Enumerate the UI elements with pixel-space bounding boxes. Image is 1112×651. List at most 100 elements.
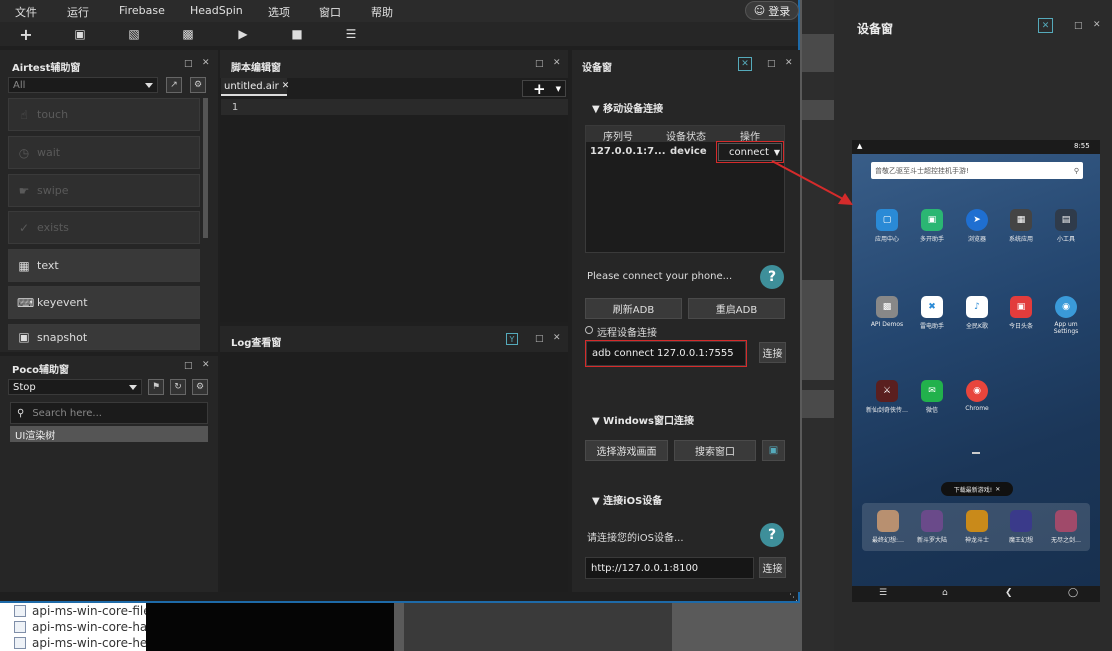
editor-title: 脚本编辑窗 (231, 63, 281, 74)
file-item[interactable]: api-ms-win-core-he (0, 635, 146, 651)
help-icon[interactable]: ? (760, 265, 784, 289)
settings-icon[interactable]: ⚙ (190, 77, 206, 93)
app-icon[interactable]: ▣ 今日头条 (999, 296, 1043, 330)
poco-search-input[interactable]: ⚲ Search here... (10, 402, 208, 424)
close-icon[interactable]: ✕ (995, 486, 1000, 493)
chevron-down-icon (145, 83, 153, 88)
filter-icon[interactable]: Y (506, 333, 518, 345)
menu-options[interactable]: 选项 (268, 4, 290, 20)
airtest-action-exists[interactable]: ✓ exists (8, 211, 200, 244)
app-icon[interactable]: ➤ 浏览器 (955, 209, 999, 243)
login-button[interactable]: ☺ 登录 (745, 1, 799, 20)
poco-mode-select[interactable]: Stop (8, 379, 142, 395)
log-icon[interactable]: ☰ (343, 26, 359, 42)
windows-section-header[interactable]: ▼ Windows窗口连接 (592, 412, 694, 427)
download-toast[interactable]: 下载最新游戏! ✕ (941, 482, 1013, 496)
add-script-button[interactable]: + ▼ (522, 80, 566, 98)
help-icon[interactable]: ? (760, 523, 784, 547)
float-icon[interactable]: □ (767, 59, 776, 69)
close-icon[interactable]: ✕ (282, 81, 290, 91)
lock-icon[interactable]: ⚑ (148, 379, 164, 395)
menu-firebase[interactable]: Firebase (119, 4, 165, 17)
float-icon[interactable]: □ (535, 334, 544, 344)
save-as-icon[interactable]: ▩ (180, 26, 196, 42)
search-window-button[interactable]: 搜索窗口 (674, 440, 756, 461)
stop-icon[interactable]: ■ (289, 26, 305, 42)
remote-connect-button[interactable]: 连接 (759, 342, 786, 363)
dock-app[interactable]: 神龙斗士 (955, 510, 999, 544)
menu-window[interactable]: 窗口 (319, 4, 341, 20)
tools-icon[interactable]: ✕ (1038, 18, 1053, 33)
airtest-action-wait[interactable]: ◷ wait (8, 136, 200, 169)
window-picker-icon[interactable]: ▣ (762, 440, 785, 461)
file-item[interactable]: api-ms-win-core-file (0, 603, 146, 619)
mobile-section-header[interactable]: ▼ 移动设备连接 (592, 100, 663, 115)
app-icon[interactable]: ⚔ 新仙剑奇侠传… (865, 380, 909, 414)
close-icon[interactable]: ✕ (553, 58, 561, 68)
close-icon[interactable]: ✕ (202, 360, 210, 370)
airtest-action-text[interactable]: ▦ text (8, 249, 200, 282)
close-icon[interactable]: ✕ (1093, 20, 1101, 30)
menu-icon[interactable]: ☰ (879, 588, 887, 598)
run-icon[interactable]: ▶ (235, 26, 251, 42)
ios-connect-button[interactable]: 连接 (759, 557, 786, 578)
back-icon[interactable]: ❮ (1005, 588, 1013, 598)
airtest-action-touch[interactable]: ☝ touch (8, 98, 200, 131)
airtest-filter-select[interactable]: All (8, 77, 158, 93)
search-icon: ⚲ (17, 407, 25, 419)
close-icon[interactable]: ✕ (202, 58, 210, 68)
game-icon (1055, 510, 1077, 532)
ios-section-header[interactable]: ▼ 连接iOS设备 (592, 492, 662, 507)
menu-run[interactable]: 运行 (67, 4, 89, 20)
float-icon[interactable]: □ (184, 361, 193, 371)
app-icon[interactable]: ◉ Chrome (955, 380, 999, 412)
new-icon[interactable]: + (18, 25, 34, 44)
dock-app[interactable]: 最终幻想:… (866, 510, 910, 544)
dock-app[interactable]: 魔王幻想 (999, 510, 1043, 544)
file-item[interactable]: api-ms-win-core-ha (0, 619, 146, 635)
select-game-button[interactable]: 选择游戏画面 (585, 440, 668, 461)
float-icon[interactable]: □ (535, 59, 544, 69)
restart-adb-button[interactable]: 重启ADB (688, 298, 785, 319)
airtest-action-snapshot[interactable]: ▣ snapshot (8, 324, 200, 350)
app-icon[interactable]: ▩ API Demos (865, 296, 909, 328)
radio-icon[interactable] (585, 326, 593, 334)
home-icon[interactable]: ⌂ (942, 588, 948, 598)
tools-icon[interactable]: ✕ (738, 57, 752, 71)
app-icon[interactable]: ♪ 全民K歌 (955, 296, 999, 330)
app-icon[interactable]: ▣ 多开助手 (910, 209, 954, 243)
close-icon[interactable]: ✕ (785, 58, 793, 68)
close-icon[interactable]: ✕ (553, 333, 561, 343)
airtest-action-keyevent[interactable]: ⌨ keyevent (8, 286, 200, 319)
float-icon[interactable]: □ (1074, 21, 1083, 31)
menu-help[interactable]: 帮助 (371, 4, 393, 20)
menu-headspin[interactable]: HeadSpin (190, 4, 243, 17)
tab-untitled[interactable]: untitled.air ✕ (221, 78, 290, 96)
open-folder-icon[interactable]: ▣ (72, 26, 88, 42)
ios-url-input[interactable]: http://127.0.0.1:8100 (585, 557, 754, 579)
app-icon[interactable]: ▦ 系统应用 (999, 209, 1043, 243)
app-icon[interactable]: ▤ 小工具 (1044, 209, 1088, 243)
app-icon[interactable]: ◉ App um Settings (1044, 296, 1088, 335)
refresh-adb-button[interactable]: 刷新ADB (585, 298, 682, 319)
dock-app[interactable]: 新斗罗大陆 (910, 510, 954, 544)
save-icon[interactable]: ▧ (126, 26, 142, 42)
phone-search-bar[interactable]: 曾敬乙驱至斗士超控挂机手游! ⚲ (871, 162, 1083, 179)
power-icon[interactable]: ◯ (1068, 588, 1078, 598)
device-serial[interactable]: 127.0.0.1:7... (590, 146, 666, 157)
airtest-action-swipe[interactable]: ☛ swipe (8, 174, 200, 207)
scrollbar[interactable] (203, 98, 208, 238)
menu-file[interactable]: 文件 (15, 4, 37, 20)
app-icon[interactable]: ▢ 应用中心 (865, 209, 909, 243)
file-icon (14, 605, 26, 617)
resize-grip-icon[interactable]: ⋱ (789, 593, 798, 603)
refresh-icon[interactable]: ↻ (170, 379, 186, 395)
app-icon[interactable]: ✖ 雷电助手 (910, 296, 954, 330)
float-icon[interactable]: □ (184, 59, 193, 69)
record-icon[interactable]: ↗ (166, 77, 182, 93)
settings-icon[interactable]: ⚙ (192, 379, 208, 395)
dock-app[interactable]: 无尽之剑… (1044, 510, 1088, 544)
game-icon (1010, 510, 1032, 532)
app-icon[interactable]: ✉ 微信 (910, 380, 954, 414)
ui-tree-item[interactable]: UI渲染树 (10, 426, 208, 442)
